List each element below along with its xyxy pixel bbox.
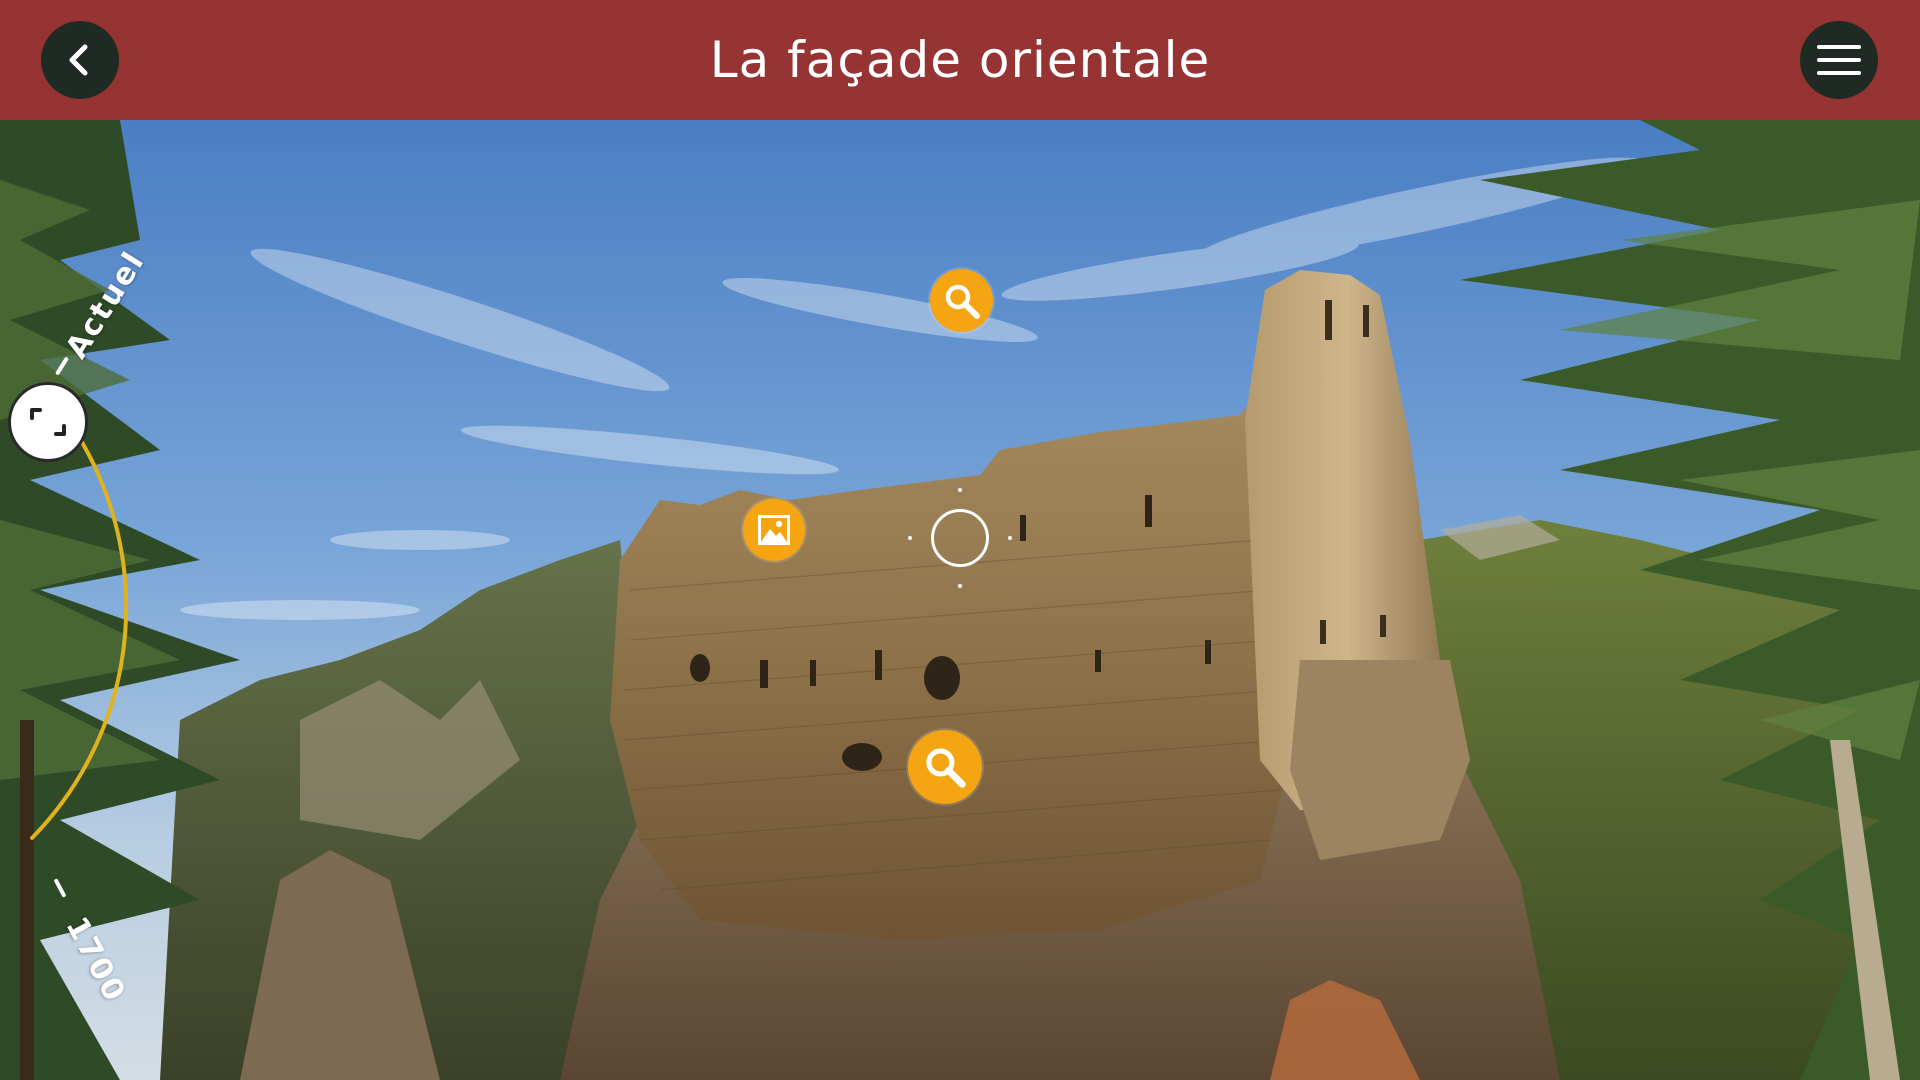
crosshair-tick [1008, 536, 1012, 540]
back-button[interactable] [41, 21, 119, 99]
view-crosshair [931, 509, 989, 567]
chevron-left-icon [69, 44, 88, 76]
zoom-hotspot-wall[interactable] [908, 730, 982, 804]
crosshair-tick [958, 584, 962, 588]
image-hotspot[interactable] [743, 499, 805, 561]
crosshair-tick [958, 488, 962, 492]
panorama-scene[interactable] [0, 120, 1920, 1080]
crosshair-tick [908, 536, 912, 540]
panorama-viewer: Actuel 1700 La façade orientale [0, 0, 1920, 1080]
magnifier-icon [926, 748, 966, 788]
menu-button[interactable] [1800, 21, 1878, 99]
hamburger-menu-icon [1817, 45, 1861, 75]
timeline-handle[interactable] [8, 382, 88, 462]
magnifier-icon [945, 284, 980, 319]
page-title: La façade orientale [709, 31, 1211, 89]
picture-icon [758, 515, 790, 545]
zoom-hotspot-sky[interactable] [930, 269, 993, 332]
timeline-slider[interactable]: Actuel 1700 [0, 120, 260, 1080]
castle-panorama-image [0, 120, 1920, 1080]
expand-corners-icon [30, 408, 66, 436]
top-bar: La façade orientale [0, 0, 1920, 120]
